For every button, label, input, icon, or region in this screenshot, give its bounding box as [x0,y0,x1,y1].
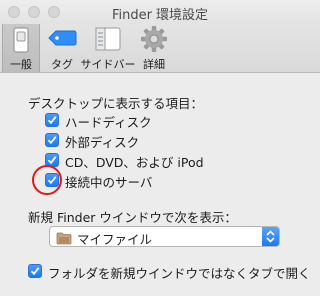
tab-advanced-label: 詳細 [143,58,165,71]
checkbox-cd-dvd-ipod[interactable]: CD、DVD、および iPod [45,152,265,170]
finder-preferences-window: Finder 環境設定 一般 タグ サイドバー 詳細 デスクトップに表示する項目… [0,0,320,296]
checkbox-connected-servers[interactable]: 接続中のサーバ [45,172,245,190]
general-pane: デスクトップに表示する項目： ハードディスク 外部ディスク CD、DVD、および… [0,73,320,296]
checkbox[interactable] [28,264,42,278]
tab-tags-label: タグ [51,58,73,71]
checkbox[interactable] [45,133,59,147]
checkbox-hard-disks[interactable]: ハードディスク [45,112,245,130]
checkbox-label: CD、DVD、および iPod [65,155,204,170]
checkbox-label: 外部ディスク [65,135,140,150]
tab-general[interactable]: 一般 [2,24,40,72]
checkbox-label: 接続中のサーバ [65,175,153,190]
checkbox[interactable] [45,113,59,127]
folder-icon [56,230,72,249]
select-value: マイファイル [77,232,153,247]
window-title: Finder 環境設定 [111,8,209,23]
tab-sidebar[interactable]: サイドバー [80,24,136,72]
sidebar-icon [95,27,121,55]
desktop-items-heading: デスクトップに表示する項目： [28,96,204,111]
tag-icon [47,28,77,52]
chevron-up-down-icon [266,230,275,243]
general-switch-icon [11,26,31,58]
checkbox-external-disks[interactable]: 外部ディスク [45,132,245,150]
annotation-circle [32,165,62,195]
new-window-heading: 新規 Finder ウインドウで次を表示： [28,210,237,225]
checkbox-label: フォルダを新規ウインドウではなくタブで開く [48,266,311,281]
tab-tags[interactable]: タグ [44,24,80,72]
new-window-target-select[interactable]: マイファイル [49,226,280,247]
gear-icon [140,25,168,57]
title-bar: Finder 環境設定 [0,0,320,24]
select-stepper[interactable] [262,227,279,246]
checkbox-label: ハードディスク [65,115,152,130]
tab-advanced[interactable]: 詳細 [138,24,170,72]
tab-general-label: 一般 [10,58,32,71]
toolbar: 一般 タグ サイドバー 詳細 [0,24,320,73]
checkbox-open-in-tabs[interactable]: フォルダを新規ウインドウではなくタブで開く [28,263,318,281]
tab-sidebar-label: サイドバー [80,58,136,71]
